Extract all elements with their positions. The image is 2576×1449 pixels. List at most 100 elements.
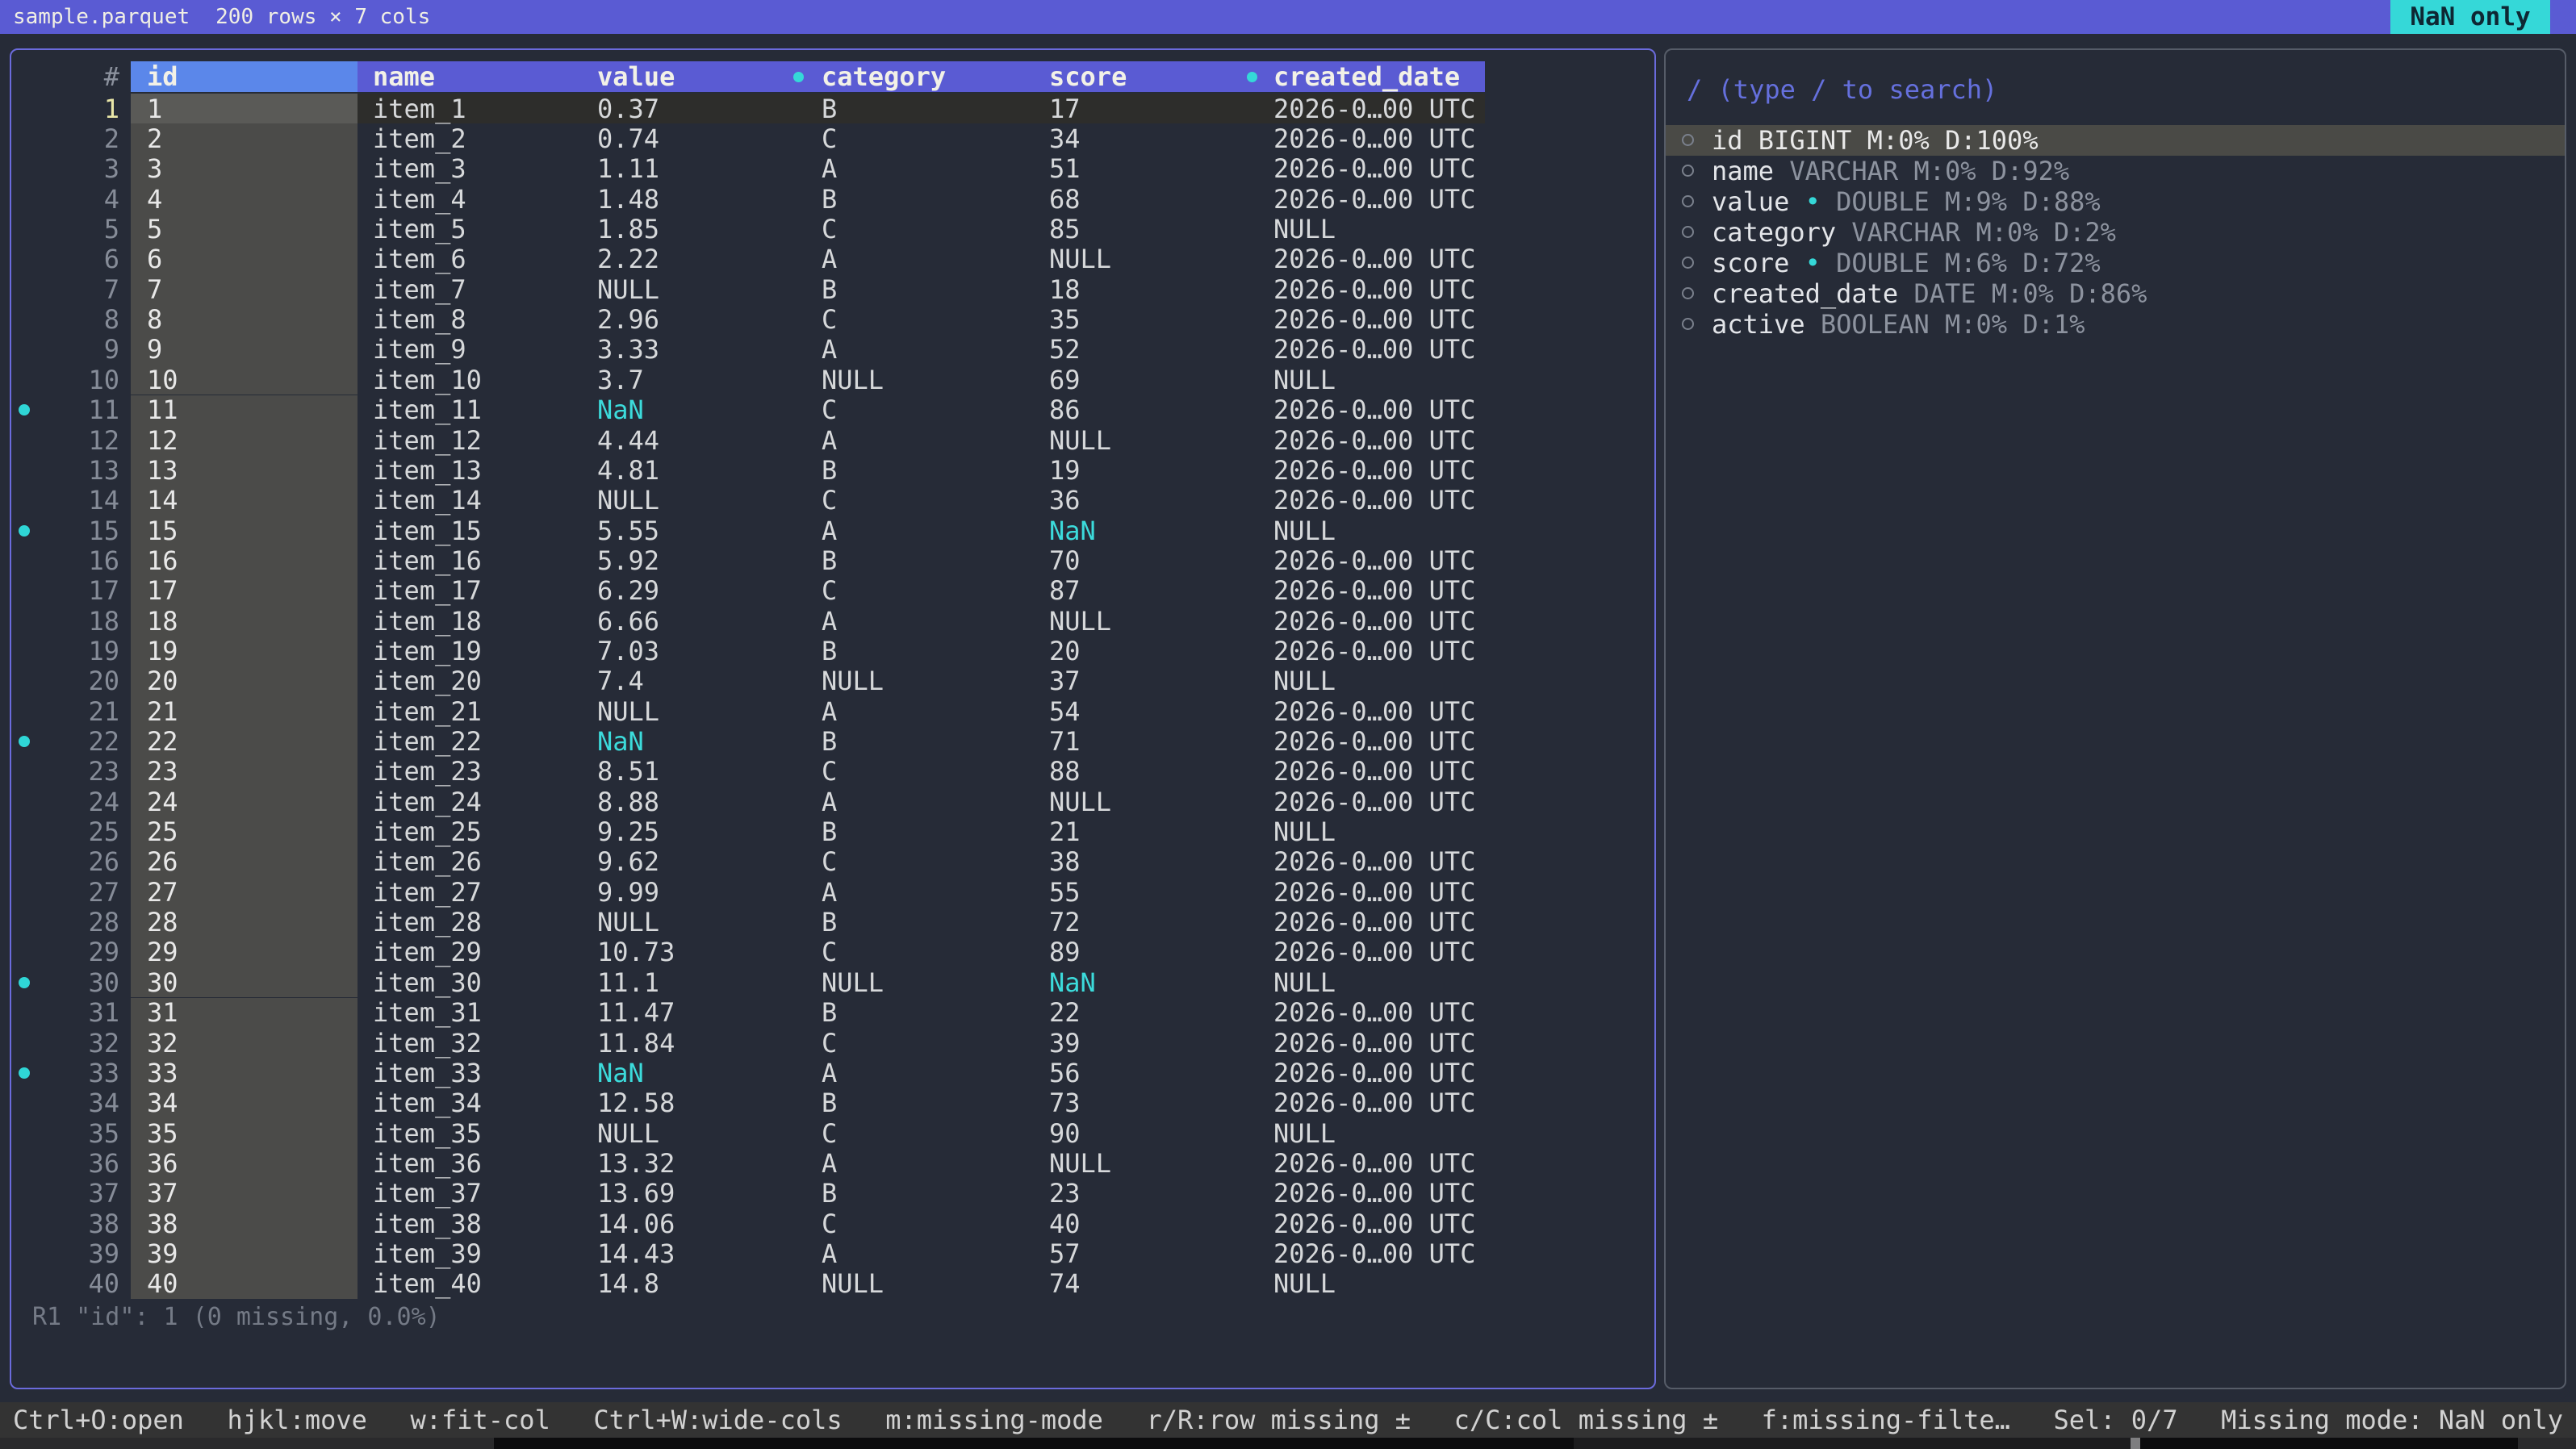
cell-id[interactable]: 40 (147, 1269, 178, 1299)
cell-value[interactable]: NaN (597, 395, 644, 425)
column-select-circle-icon[interactable] (1682, 257, 1694, 269)
row-number[interactable]: 16 (36, 545, 119, 575)
cell-created-date[interactable]: 2026-0…00 UTC (1273, 757, 1475, 787)
column-select-circle-icon[interactable] (1682, 195, 1694, 207)
row-number[interactable]: 4 (36, 184, 119, 214)
row-number[interactable]: 31 (36, 998, 119, 1028)
cell-value[interactable]: 11.47 (597, 998, 675, 1028)
cell-score[interactable]: 52 (1049, 335, 1081, 365)
cell-score[interactable]: 56 (1049, 1058, 1081, 1088)
row-number[interactable]: 32 (36, 1028, 119, 1058)
cell-name[interactable]: item_39 (373, 1238, 482, 1268)
column-select-circle-icon[interactable] (1682, 287, 1694, 299)
cell-created-date[interactable]: 2026-0…00 UTC (1273, 395, 1475, 425)
cell-value[interactable]: 8.88 (597, 787, 659, 816)
cell-score[interactable]: 17 (1049, 94, 1081, 123)
cell-name[interactable]: item_40 (373, 1269, 482, 1299)
cell-created-date[interactable]: 2026-0…00 UTC (1273, 576, 1475, 606)
cell-value[interactable]: 4.44 (597, 425, 659, 455)
cell-value[interactable]: 14.06 (597, 1209, 675, 1238)
cell-created-date[interactable]: 2026-0…00 UTC (1273, 847, 1475, 877)
cell-name[interactable]: item_27 (373, 877, 482, 907)
cell-id[interactable]: 15 (147, 516, 178, 545)
cell-score[interactable]: 54 (1049, 696, 1081, 726)
cell-value[interactable]: 9.62 (597, 847, 659, 877)
cell-value[interactable]: 2.22 (597, 244, 659, 274)
table-row[interactable]: 77item_7NULLB182026-0…00 UTC (11, 274, 1654, 304)
table-row[interactable]: 2929item_2910.73C892026-0…00 UTC (11, 937, 1654, 967)
cell-name[interactable]: item_14 (373, 486, 482, 516)
table-row[interactable]: 3939item_3914.43A572026-0…00 UTC (11, 1238, 1654, 1268)
row-number[interactable]: 15 (36, 516, 119, 545)
cell-created-date[interactable]: 2026-0…00 UTC (1273, 154, 1475, 184)
cell-name[interactable]: item_25 (373, 816, 482, 846)
cell-id[interactable]: 7 (147, 274, 162, 304)
cell-value[interactable]: NULL (597, 1118, 659, 1148)
cell-score[interactable]: 57 (1049, 1238, 1081, 1268)
cell-id[interactable]: 21 (147, 696, 178, 726)
cell-id[interactable]: 3 (147, 154, 162, 184)
cell-category[interactable]: A (822, 787, 837, 816)
table-row[interactable]: 2020item_207.4NULL37NULL (11, 666, 1654, 696)
cell-id[interactable]: 22 (147, 726, 178, 756)
cell-name[interactable]: item_36 (373, 1148, 482, 1178)
cell-value[interactable]: 3.33 (597, 335, 659, 365)
cell-score[interactable]: 90 (1049, 1118, 1081, 1148)
row-number[interactable]: 24 (36, 787, 119, 816)
table-row[interactable]: 1414item_14NULLC362026-0…00 UTC (11, 486, 1654, 516)
cell-id[interactable]: 18 (147, 606, 178, 636)
table-row[interactable]: 55item_51.85C85NULL (11, 214, 1654, 244)
cell-name[interactable]: item_22 (373, 726, 482, 756)
cell-id[interactable]: 37 (147, 1179, 178, 1209)
cell-name[interactable]: item_3 (373, 154, 466, 184)
cell-category[interactable]: A (822, 425, 837, 455)
cell-value[interactable]: 5.55 (597, 516, 659, 545)
cell-id[interactable]: 26 (147, 847, 178, 877)
cell-value[interactable]: NULL (597, 274, 659, 304)
cell-score[interactable]: NaN (1049, 516, 1096, 545)
cell-id[interactable]: 16 (147, 545, 178, 575)
cell-name[interactable]: item_21 (373, 696, 482, 726)
cell-id[interactable]: 28 (147, 907, 178, 937)
cell-created-date[interactable]: 2026-0…00 UTC (1273, 877, 1475, 907)
row-number[interactable]: 33 (36, 1058, 119, 1088)
row-number[interactable]: 3 (36, 154, 119, 184)
table-row[interactable]: 88item_82.96C352026-0…00 UTC (11, 304, 1654, 334)
row-number[interactable]: 35 (36, 1118, 119, 1148)
cell-name[interactable]: item_33 (373, 1058, 482, 1088)
cell-created-date[interactable]: 2026-0…00 UTC (1273, 696, 1475, 726)
row-number[interactable]: 11 (36, 395, 119, 425)
cell-value[interactable]: NULL (597, 486, 659, 516)
cell-value[interactable]: 6.66 (597, 606, 659, 636)
cell-score[interactable]: NULL (1049, 244, 1111, 274)
cell-id[interactable]: 10 (147, 365, 178, 395)
cell-created-date[interactable]: 2026-0…00 UTC (1273, 1058, 1475, 1088)
cell-id[interactable]: 19 (147, 636, 178, 666)
row-number[interactable]: 39 (36, 1238, 119, 1268)
cell-score[interactable]: 74 (1049, 1269, 1081, 1299)
cell-created-date[interactable]: 2026-0…00 UTC (1273, 937, 1475, 967)
cell-created-date[interactable]: 2026-0…00 UTC (1273, 545, 1475, 575)
table-row[interactable]: 1717item_176.29C872026-0…00 UTC (11, 576, 1654, 606)
cell-score[interactable]: 51 (1049, 154, 1081, 184)
row-number[interactable]: 19 (36, 636, 119, 666)
cell-category[interactable]: A (822, 154, 837, 184)
cell-category[interactable]: A (822, 1238, 837, 1268)
cell-value[interactable]: NULL (597, 907, 659, 937)
cell-score[interactable]: 85 (1049, 214, 1081, 244)
cell-created-date[interactable]: NULL (1273, 1118, 1336, 1148)
table-row[interactable]: 1515item_155.55ANaNNULL (11, 516, 1654, 545)
cell-score[interactable]: 73 (1049, 1088, 1081, 1118)
row-number[interactable]: 7 (36, 274, 119, 304)
cell-category[interactable]: B (822, 907, 837, 937)
cell-score[interactable]: 37 (1049, 666, 1081, 696)
table-row[interactable]: 3737item_3713.69B232026-0…00 UTC (11, 1179, 1654, 1209)
table-row[interactable]: 1010item_103.7NULL69NULL (11, 365, 1654, 395)
cell-created-date[interactable]: 2026-0…00 UTC (1273, 94, 1475, 123)
cell-category[interactable]: C (822, 1118, 837, 1148)
cell-category[interactable]: B (822, 455, 837, 485)
column-select-circle-icon[interactable] (1682, 134, 1694, 146)
cell-category[interactable]: C (822, 1028, 837, 1058)
table-row[interactable]: 66item_62.22ANULL2026-0…00 UTC (11, 244, 1654, 274)
cell-category[interactable]: C (822, 123, 837, 153)
